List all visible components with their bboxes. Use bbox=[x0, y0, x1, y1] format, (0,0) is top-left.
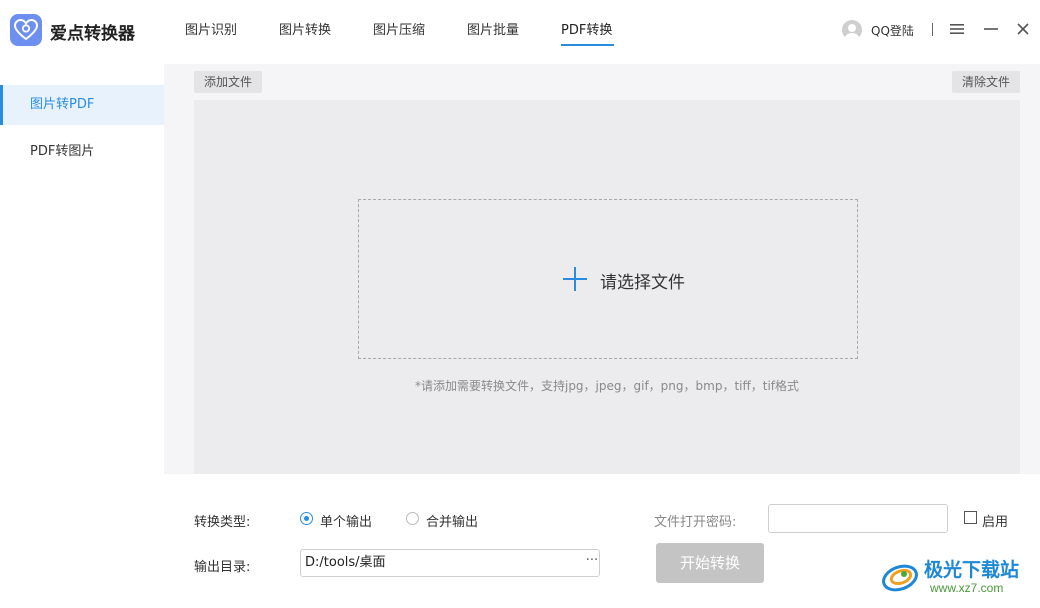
minimize-icon[interactable] bbox=[981, 18, 1001, 40]
close-icon[interactable] bbox=[1013, 18, 1033, 40]
sidebar-item-pdf-to-image[interactable]: PDF转图片 bbox=[0, 132, 164, 172]
plus-icon bbox=[563, 267, 587, 291]
add-file-button[interactable]: 添加文件 bbox=[194, 71, 263, 93]
choose-file-label: 请选择文件 bbox=[600, 273, 685, 293]
browse-dir-button[interactable]: ··· bbox=[583, 549, 601, 577]
convert-type-label: 转换类型: bbox=[194, 515, 251, 530]
nav-image-recognition[interactable]: 图片识别 bbox=[185, 19, 237, 38]
file-password-input[interactable] bbox=[768, 504, 948, 533]
single-output-label[interactable]: 单个输出 bbox=[320, 511, 372, 530]
file-list-panel: 请选择文件 *请添加需要转换文件，支持jpg，jpeg，gif，png，bmp，… bbox=[194, 100, 1020, 474]
enable-password-checkbox[interactable] bbox=[964, 511, 977, 524]
watermark-title: 极光下载站 bbox=[924, 559, 1020, 581]
watermark-url: www.xz7.com bbox=[930, 581, 1004, 595]
title-bar: 爱点转换器 图片识别 图片转换 图片压缩 图片批量 PDF转换 QQ登陆 bbox=[0, 0, 1040, 64]
clear-files-button[interactable]: 清除文件 bbox=[951, 71, 1020, 93]
nav-image-compress[interactable]: 图片压缩 bbox=[373, 19, 425, 38]
app-name: 爱点转换器 bbox=[50, 24, 135, 44]
nav-active-indicator bbox=[561, 44, 614, 46]
sidebar: 图片转PDF PDF转图片 bbox=[0, 64, 164, 608]
supported-formats-hint: *请添加需要转换文件，支持jpg，jpeg，gif，png，bmp，tiff，t… bbox=[414, 379, 800, 393]
menu-icon[interactable] bbox=[947, 18, 967, 40]
aurora-logo-icon bbox=[882, 564, 918, 592]
output-dir-label: 输出目录: bbox=[194, 560, 251, 575]
qq-login-link[interactable]: QQ登陆 bbox=[871, 22, 914, 39]
sidebar-item-image-to-pdf[interactable]: 图片转PDF bbox=[0, 85, 164, 125]
enable-password-label[interactable]: 启用 bbox=[982, 511, 1008, 530]
app-logo bbox=[10, 14, 42, 46]
file-drop-zone[interactable]: 请选择文件 bbox=[358, 199, 858, 359]
start-convert-button[interactable]: 开始转换 bbox=[656, 543, 764, 583]
radio-single-output[interactable] bbox=[300, 512, 313, 525]
nav-image-convert[interactable]: 图片转换 bbox=[279, 19, 331, 38]
nav-image-batch[interactable]: 图片批量 bbox=[467, 19, 519, 38]
header-divider bbox=[932, 23, 933, 36]
file-password-label: 文件打开密码: bbox=[654, 515, 737, 530]
user-avatar-icon[interactable] bbox=[842, 20, 862, 40]
nav-pdf-convert[interactable]: PDF转换 bbox=[561, 19, 612, 38]
merge-output-label[interactable]: 合并输出 bbox=[426, 511, 478, 530]
site-watermark: 极光下载站 www.xz7.com bbox=[880, 552, 1036, 600]
radio-merge-output[interactable] bbox=[406, 512, 419, 525]
heart-logo-icon bbox=[14, 19, 38, 41]
output-dir-field[interactable]: D:/tools/桌面 bbox=[300, 549, 600, 577]
